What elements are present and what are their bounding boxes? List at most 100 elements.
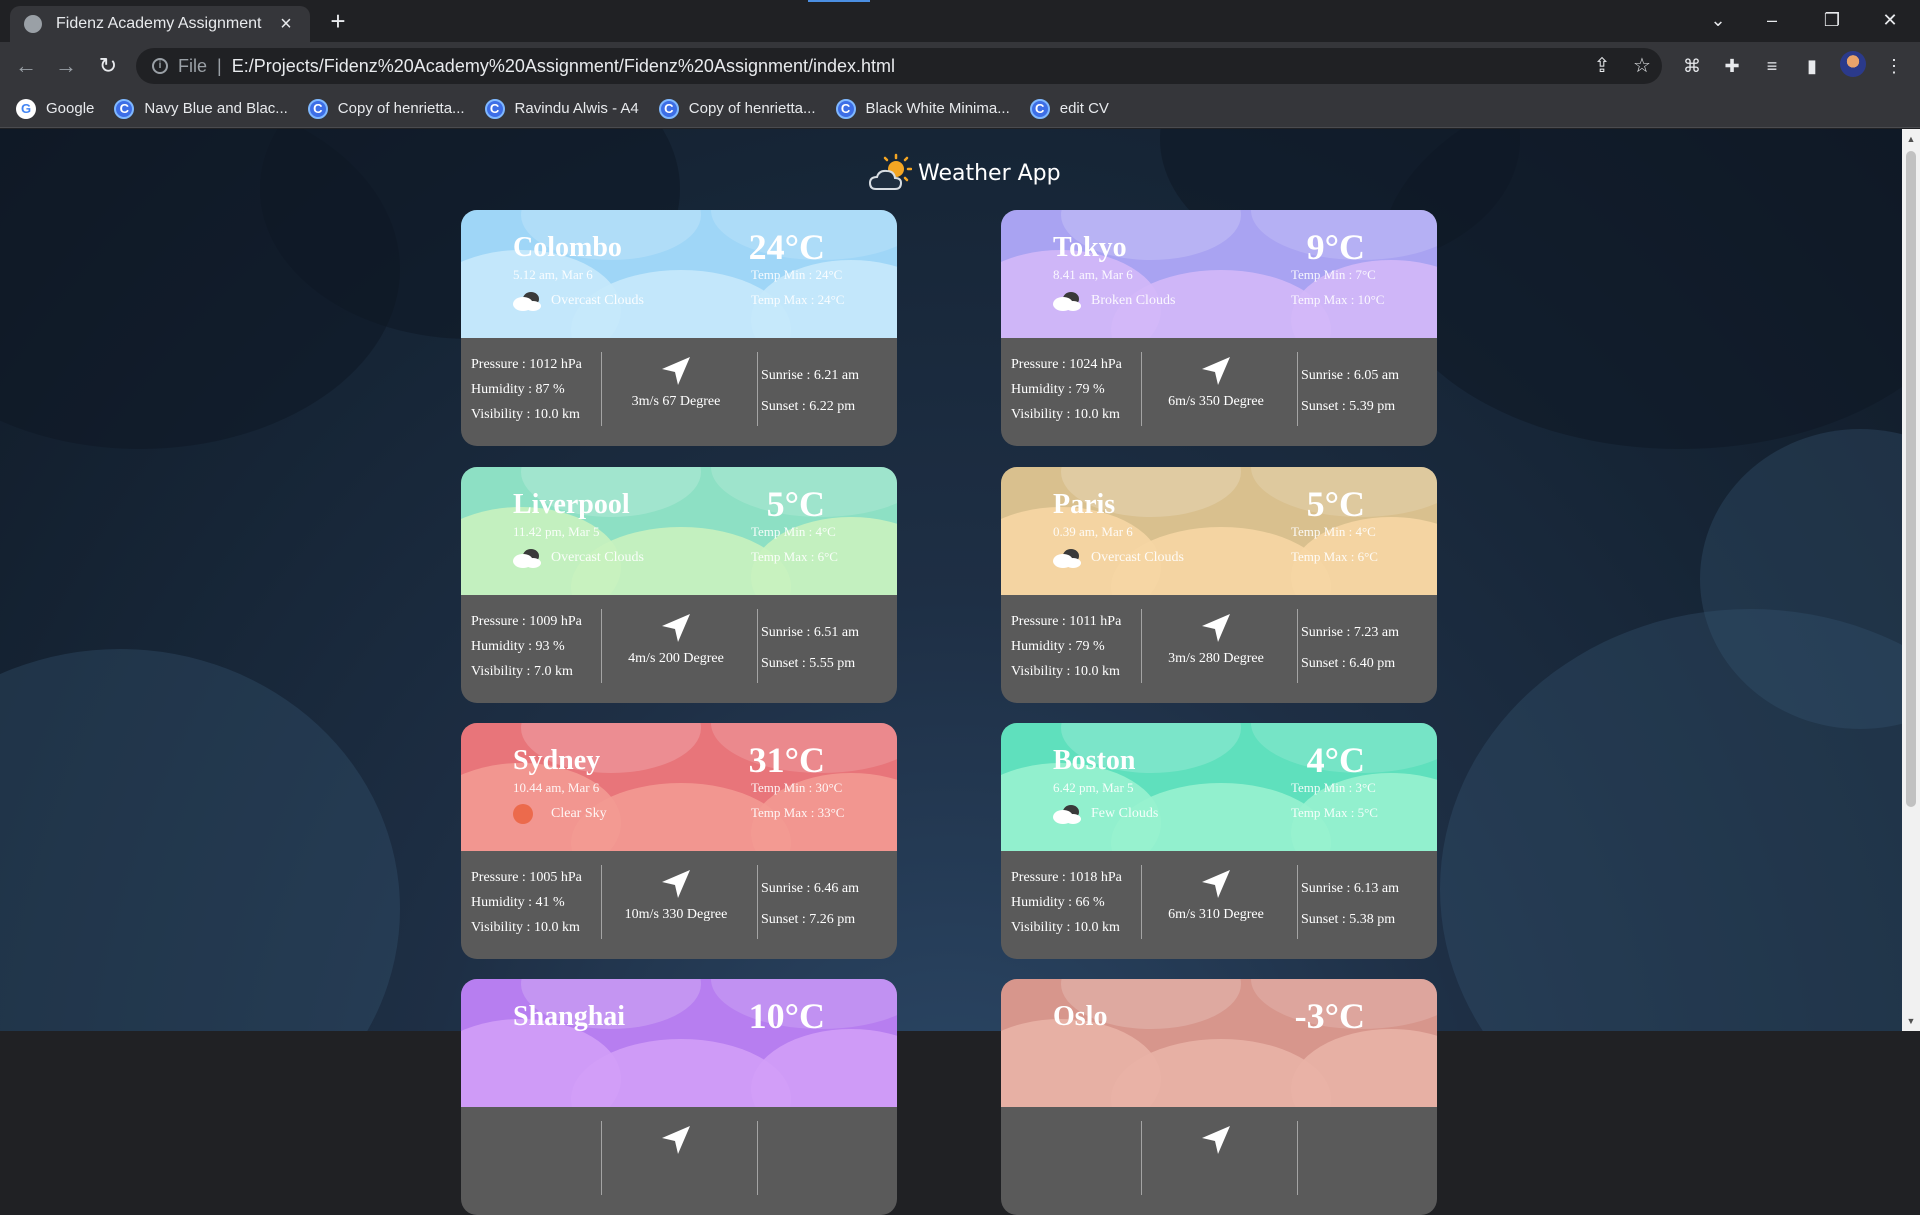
- wind-info: 3m/s 280 Degree: [1168, 651, 1264, 666]
- divider: [757, 352, 758, 426]
- info-icon[interactable]: i: [152, 58, 168, 74]
- wind-column: 4m/s 200 Degree: [601, 611, 751, 667]
- canva-icon: C: [484, 98, 505, 119]
- wind-arrow-icon: [1202, 870, 1230, 898]
- city-card-liverpool: Liverpool 11.42 pm, Mar 5 Overcast Cloud…: [461, 467, 897, 703]
- bookmark-google[interactable]: G Google: [16, 98, 94, 119]
- canva-icon: C: [658, 98, 679, 119]
- card-details: Pressure : 1009 hPa Humidity : 93 % Visi…: [461, 595, 897, 703]
- active-tab[interactable]: Fidenz Academy Assignment ×: [10, 6, 310, 42]
- scroll-up-icon[interactable]: ▲: [1905, 133, 1917, 145]
- local-time: 10.44 am, Mar 6: [513, 780, 600, 795]
- profile-avatar[interactable]: [1840, 51, 1866, 77]
- divider: [1297, 352, 1298, 426]
- app-header: Weather App: [868, 151, 1061, 195]
- sunset: Sunset : 5.38 pm: [1301, 912, 1396, 927]
- condition-label: Overcast Clouds: [1091, 550, 1184, 565]
- temp-max: Temp Max : 10°C: [1291, 292, 1385, 307]
- sun-column: Sunrise : 6.46 am Sunset : 7.26 pm: [761, 873, 859, 935]
- divider: [1297, 1121, 1298, 1195]
- local-time: 0.39 am, Mar 6: [1053, 524, 1133, 539]
- canva-icon: C: [835, 98, 856, 119]
- wind-column: 3m/s 67 Degree: [601, 354, 751, 410]
- bookmark-label: Black White Minima...: [865, 100, 1010, 117]
- bookmark-item[interactable]: C Copy of henrietta...: [658, 98, 816, 119]
- pressure: Pressure : 1024 hPa: [1011, 357, 1122, 372]
- back-icon[interactable]: ←: [10, 50, 42, 82]
- decor-cloud: [751, 1029, 897, 1107]
- tab-strip: Fidenz Academy Assignment × + ⌄ – ❐ ✕: [0, 0, 1920, 42]
- local-time: 11.42 pm, Mar 5: [513, 524, 600, 539]
- puzzle-icon[interactable]: ✚: [1718, 52, 1746, 80]
- visibility: Visibility : 10.0 km: [471, 920, 580, 935]
- bookmark-item[interactable]: C Navy Blue and Blac...: [114, 98, 288, 119]
- sunrise: Sunrise : 6.05 am: [1301, 368, 1399, 383]
- temp-max: Temp Max : 24°C: [751, 292, 845, 307]
- bookmark-item[interactable]: C edit CV: [1029, 98, 1109, 119]
- sidepanel-icon[interactable]: ▮: [1798, 52, 1826, 80]
- divider: [757, 1121, 758, 1195]
- card-header: Colombo 5.12 am, Mar 6 Overcast Clouds 2…: [461, 210, 897, 338]
- media-icon[interactable]: ≡: [1758, 52, 1786, 80]
- extension-icon[interactable]: ⌘: [1678, 52, 1706, 80]
- bookmark-item[interactable]: C Ravindu Alwis - A4: [484, 98, 639, 119]
- bookmark-item[interactable]: C Copy of henrietta...: [307, 98, 465, 119]
- close-tab-icon[interactable]: ×: [276, 13, 296, 36]
- city-card-oslo: Oslo -3°C: [1001, 979, 1437, 1215]
- wind-info: 10m/s 330 Degree: [624, 907, 728, 922]
- bookmark-star-icon[interactable]: ☆: [1628, 52, 1656, 80]
- cloud-icon: [513, 292, 541, 311]
- pressure: Pressure : 1012 hPa: [471, 357, 582, 372]
- sun-icon: [513, 804, 533, 824]
- temp-min: Temp Min : 7°C: [1291, 267, 1376, 282]
- current-temp: 31°C: [748, 740, 825, 780]
- google-icon: G: [16, 98, 36, 119]
- condition-label: Overcast Clouds: [551, 550, 644, 565]
- card-header: Sydney 10.44 am, Mar 6 Clear Sky 31°C Te…: [461, 723, 897, 851]
- atmosphere-column: Pressure : 1012 hPa Humidity : 87 % Visi…: [471, 352, 582, 427]
- wind-column: 6m/s 310 Degree: [1141, 867, 1291, 923]
- restore-icon[interactable]: ❐: [1812, 4, 1852, 36]
- city-card-shanghai: Shanghai 10°C: [461, 979, 897, 1215]
- scroll-down-icon[interactable]: ▼: [1905, 1015, 1917, 1027]
- wind-column: 3m/s 280 Degree: [1141, 611, 1291, 667]
- wind-arrow-icon: [662, 614, 690, 642]
- new-tab-icon[interactable]: +: [324, 8, 352, 36]
- scrollbar-thumb[interactable]: [1906, 151, 1916, 807]
- weather-condition: Overcast Clouds: [1051, 547, 1184, 569]
- bookmarks-bar: G Google C Navy Blue and Blac... C Copy …: [0, 90, 1920, 128]
- reload-icon[interactable]: ↻: [92, 50, 124, 82]
- current-temp: 5°C: [1306, 484, 1365, 524]
- url-text[interactable]: E:/Projects/Fidenz%20Academy%20Assignmen…: [232, 56, 895, 77]
- wind-info: 6m/s 310 Degree: [1168, 907, 1264, 922]
- pressure: Pressure : 1005 hPa: [471, 870, 582, 885]
- page-viewport: [0, 129, 1902, 1031]
- forward-icon[interactable]: →: [50, 50, 82, 82]
- temp-max: Temp Max : 5°C: [1291, 805, 1378, 820]
- wind-info: 6m/s 350 Degree: [1168, 394, 1264, 409]
- tab-search-icon[interactable]: ⌄: [1698, 4, 1738, 36]
- local-time: 6.42 pm, Mar 5: [1053, 780, 1134, 795]
- card-header: Oslo -3°C: [1001, 979, 1437, 1107]
- temp-min: Temp Min : 4°C: [751, 524, 836, 539]
- weather-condition: Overcast Clouds: [511, 290, 644, 312]
- wind-column: [601, 1123, 751, 1163]
- sun-column: Sunrise : 6.51 am Sunset : 5.55 pm: [761, 617, 859, 679]
- address-bar[interactable]: i File | E:/Projects/Fidenz%20Academy%20…: [136, 48, 1662, 84]
- wind-arrow-icon: [662, 870, 690, 898]
- menu-icon[interactable]: ⋮: [1880, 52, 1908, 80]
- sun-column: Sunrise : 6.13 am Sunset : 5.38 pm: [1301, 873, 1399, 935]
- cloud-icon: [513, 549, 541, 568]
- page-scrollbar[interactable]: ▲ ▼: [1902, 129, 1920, 1031]
- bookmark-item[interactable]: C Black White Minima...: [835, 98, 1010, 119]
- city-name: Oslo: [1053, 1001, 1108, 1032]
- city-card-sydney: Sydney 10.44 am, Mar 6 Clear Sky 31°C Te…: [461, 723, 897, 959]
- close-window-icon[interactable]: ✕: [1870, 4, 1910, 36]
- card-header: Liverpool 11.42 pm, Mar 5 Overcast Cloud…: [461, 467, 897, 595]
- sunset: Sunset : 6.40 pm: [1301, 656, 1396, 671]
- sun-column: Sunrise : 6.05 am Sunset : 5.39 pm: [1301, 360, 1399, 422]
- humidity: Humidity : 79 %: [1011, 382, 1105, 397]
- share-icon[interactable]: ⇪: [1588, 52, 1616, 80]
- minimize-icon[interactable]: –: [1752, 4, 1792, 36]
- current-temp: 9°C: [1306, 227, 1365, 267]
